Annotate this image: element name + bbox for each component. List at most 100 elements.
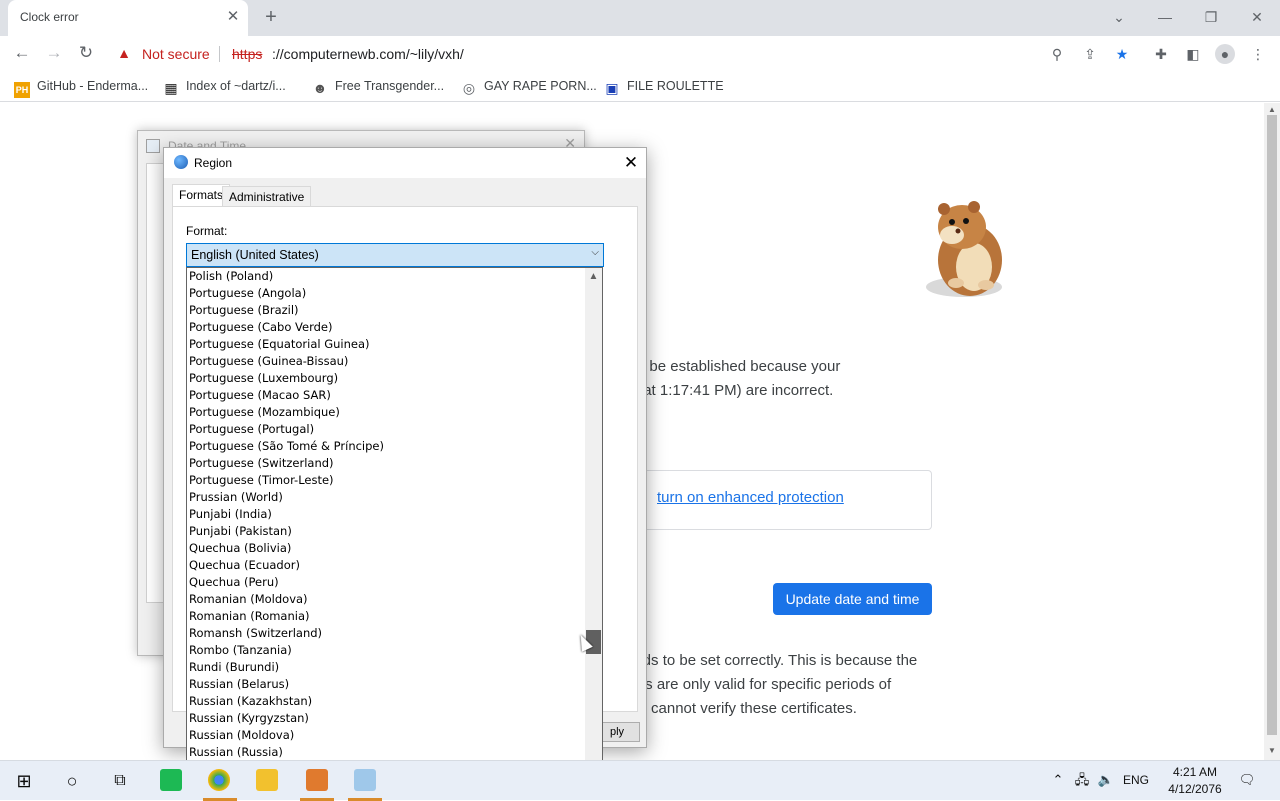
format-option[interactable]: Romansh (Switzerland)	[187, 625, 585, 642]
bookmark-favicon-icon: ▣	[604, 80, 620, 96]
format-option[interactable]: Portuguese (Angola)	[187, 285, 585, 302]
format-option[interactable]: Portuguese (São Tomé & Príncipe)	[187, 438, 585, 455]
format-options: Polish (Poland) Portuguese (Angola) Portug…	[187, 268, 585, 778]
chevron-down-icon: ⌵	[591, 247, 599, 258]
region-close-icon[interactable]: ✕	[620, 152, 642, 174]
format-option[interactable]: Polish (Poland)	[187, 268, 585, 285]
close-window-icon[interactable]: ✕	[1242, 6, 1272, 28]
start-windows-icon[interactable]: ⊞	[12, 769, 36, 793]
region-title: Region	[194, 156, 233, 170]
format-option[interactable]: Rombo (Tanzania)	[187, 642, 585, 659]
profile-avatar-icon[interactable]: ●	[1215, 44, 1235, 64]
format-label: Format:	[186, 224, 228, 238]
bookmark-favicon-icon: ◎	[461, 80, 477, 96]
explanation-text-line: me cannot verify these certificates.	[626, 700, 857, 717]
bookmark-item[interactable]: ☻ Free Transgender...	[312, 77, 445, 96]
app-icon[interactable]	[306, 769, 328, 791]
chrome-app-icon[interactable]	[208, 769, 230, 791]
control-panel-icon[interactable]	[354, 769, 376, 791]
format-option[interactable]: Russian (Kazakhstan)	[187, 693, 585, 710]
format-option[interactable]: Portuguese (Macao SAR)	[187, 387, 585, 404]
format-option[interactable]: Portuguese (Switzerland)	[187, 455, 585, 472]
page-scrollbar-thumb[interactable]	[1267, 115, 1277, 735]
format-option[interactable]: Russian (Russia)	[187, 744, 585, 761]
format-option[interactable]: Portuguese (Timor-Leste)	[187, 472, 585, 489]
extensions-icon[interactable]: ✚	[1151, 44, 1171, 64]
address-bar[interactable]: ▲ Not secure https ://computernewb.com/~…	[110, 40, 1142, 68]
scroll-up-icon[interactable]: ▲	[1267, 105, 1277, 115]
format-option[interactable]: Portuguese (Cabo Verde)	[187, 319, 585, 336]
clock[interactable]: 4:21 AM 4/12/2076	[1160, 764, 1230, 798]
format-option[interactable]: Portuguese (Portugal)	[187, 421, 585, 438]
spotify-app-icon[interactable]	[160, 769, 182, 791]
bookmark-star-icon[interactable]: ★	[1112, 44, 1132, 64]
bookmark-favicon-icon: PH	[14, 82, 30, 98]
taskbar: ⊞ ○ ⧉ ⌃ 🖧 🔈 ENG 4:21 AM 4/12/2076 🗨	[0, 760, 1280, 801]
tab-search-icon[interactable]: ⌄	[1104, 6, 1134, 28]
zoom-search-icon[interactable]: ⚲	[1047, 44, 1067, 64]
forward-icon[interactable]: →	[43, 42, 65, 64]
error-text-line: can't be established because your	[614, 358, 841, 375]
format-option[interactable]: Quechua (Peru)	[187, 574, 585, 591]
format-option[interactable]: Romanian (Romania)	[187, 608, 585, 625]
tab-close-icon[interactable]: ✕	[224, 8, 242, 26]
back-icon[interactable]: ←	[11, 42, 33, 64]
format-option[interactable]: Prussian (World)	[187, 489, 585, 506]
network-icon[interactable]: 🖧	[1073, 771, 1091, 789]
side-panel-icon[interactable]: ◧	[1183, 44, 1203, 64]
new-tab-button[interactable]: +	[260, 6, 282, 28]
bookmark-item[interactable]: ◎ GAY RAPE PORN...	[461, 77, 597, 96]
enhanced-protection-link[interactable]: turn on enhanced protection	[657, 489, 844, 506]
share-icon[interactable]: ⇪	[1080, 44, 1100, 64]
format-option[interactable]: Romanian (Moldova)	[187, 591, 585, 608]
format-option[interactable]: Portuguese (Guinea-Bissau)	[187, 353, 585, 370]
scroll-up-icon[interactable]: ▲	[585, 268, 602, 285]
clock-time: 4:21 AM	[1172, 765, 1218, 779]
format-option[interactable]: Portuguese (Brazil)	[187, 302, 585, 319]
restore-icon[interactable]: ❐	[1196, 6, 1226, 28]
reload-icon[interactable]: ↻	[75, 42, 97, 64]
format-option[interactable]: Rundi (Burundi)	[187, 659, 585, 676]
not-secure-label[interactable]: Not secure	[142, 46, 210, 62]
tab-strip: Clock error ✕ + ⌄ — ❐ ✕	[0, 0, 1280, 36]
menu-kebab-icon[interactable]: ⋮	[1248, 44, 1268, 64]
warning-icon[interactable]: ▲	[116, 45, 132, 61]
format-select[interactable]: English (United States) ⌵	[186, 243, 604, 267]
format-option[interactable]: Portuguese (Luxembourg)	[187, 370, 585, 387]
format-option[interactable]: Quechua (Bolivia)	[187, 540, 585, 557]
tray-chevron-up-icon[interactable]: ⌃	[1049, 771, 1067, 789]
page-scrollbar[interactable]: ▲ ▼	[1264, 103, 1280, 760]
format-option[interactable]: Punjabi (India)	[187, 506, 585, 523]
globe-icon	[174, 155, 188, 169]
bookmark-label: Free Transgender...	[335, 79, 445, 93]
update-date-time-button[interactable]: Update date and time	[773, 583, 932, 615]
format-option[interactable]: Quechua (Ecuador)	[187, 557, 585, 574]
file-explorer-icon[interactable]	[256, 769, 278, 791]
minimize-icon[interactable]: —	[1150, 6, 1180, 28]
bookmark-item[interactable]: ▦ Index of ~dartz/i...	[163, 77, 286, 96]
dropdown-scrollbar[interactable]: ▲ ▼	[585, 268, 602, 778]
format-option[interactable]: Portuguese (Mozambique)	[187, 404, 585, 421]
bookmarks-bar: PH GitHub - Enderma... ▦ Index of ~dartz/i…	[0, 70, 1280, 102]
bookmark-item[interactable]: PH GitHub - Enderma...	[14, 77, 149, 98]
bookmark-label: GitHub - Enderma...	[37, 79, 149, 93]
volume-muted-icon[interactable]: 🔈	[1097, 771, 1115, 789]
calendar-icon	[146, 139, 160, 153]
tab-administrative[interactable]: Administrative	[222, 186, 312, 207]
clock-date: 4/12/2076	[1168, 782, 1222, 796]
search-circle-icon[interactable]: ○	[60, 769, 84, 793]
format-dropdown-list[interactable]: Polish (Poland) Portuguese (Angola) Portug…	[186, 267, 603, 779]
format-option[interactable]: Russian (Kyrgyzstan)	[187, 710, 585, 727]
format-option[interactable]: Russian (Moldova)	[187, 727, 585, 744]
notifications-icon[interactable]: 🗨	[1238, 771, 1256, 789]
region-titlebar: Region ✕	[164, 148, 646, 178]
format-option[interactable]: Portuguese (Equatorial Guinea)	[187, 336, 585, 353]
format-option[interactable]: Punjabi (Pakistan)	[187, 523, 585, 540]
bookmark-item[interactable]: ▣ FILE ROULETTE	[604, 77, 724, 96]
scroll-down-icon[interactable]: ▼	[1267, 746, 1277, 756]
format-option[interactable]: Russian (Belarus)	[187, 676, 585, 693]
bookmark-favicon-icon: ▦	[163, 80, 179, 96]
language-indicator[interactable]: ENG	[1123, 773, 1149, 787]
tab-clock-error[interactable]: Clock error ✕	[8, 0, 248, 36]
task-view-icon[interactable]: ⧉	[108, 769, 132, 793]
